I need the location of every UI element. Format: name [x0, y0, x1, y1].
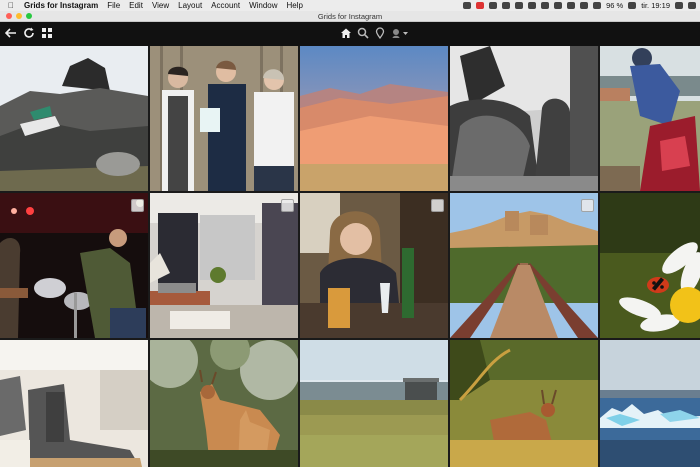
- photo-deer1: [150, 340, 298, 467]
- bluetooth-icon[interactable]: [567, 2, 576, 9]
- grid-layout-icon[interactable]: [41, 27, 53, 39]
- status-icon[interactable]: [463, 2, 472, 9]
- photo-concert: [0, 193, 148, 338]
- grid-tile-bw-woman[interactable]: [450, 46, 598, 191]
- search-icon[interactable]: [357, 27, 369, 39]
- status-icon[interactable]: [554, 2, 563, 9]
- window-title: Grids for Instagram: [317, 12, 383, 21]
- menu-account[interactable]: Account: [211, 1, 240, 10]
- spotlight-icon[interactable]: [675, 2, 683, 9]
- status-icon[interactable]: [528, 2, 537, 9]
- clock[interactable]: tir. 19:19: [641, 1, 670, 10]
- multi-photo-icon: [131, 199, 144, 212]
- status-icon[interactable]: [541, 2, 550, 9]
- photo-interior: [150, 193, 298, 338]
- timer-icon[interactable]: [580, 2, 589, 9]
- photo-people: [150, 46, 298, 191]
- menu-app-name[interactable]: Grids for Instagram: [24, 1, 98, 10]
- multi-photo-icon: [431, 199, 444, 212]
- grid-tile-ladybug[interactable]: [600, 193, 700, 338]
- photo-woman-wine: [300, 193, 448, 338]
- grid-tile-people[interactable]: [150, 46, 298, 191]
- battery-icon[interactable]: [628, 2, 637, 9]
- menu-window[interactable]: Window: [249, 1, 277, 10]
- grid-tile-interior[interactable]: [150, 193, 298, 338]
- window-titlebar[interactable]: Grids for Instagram: [0, 11, 700, 22]
- location-pin-icon[interactable]: [374, 27, 386, 39]
- app-toolbar: [0, 22, 700, 46]
- back-arrow-icon[interactable]: [5, 27, 17, 39]
- grid-tile-rocks[interactable]: [0, 46, 148, 191]
- photo-desert: [300, 46, 448, 191]
- menu-edit[interactable]: Edit: [129, 1, 143, 10]
- grid-tile-fisherman[interactable]: [600, 46, 700, 191]
- menu-help[interactable]: Help: [287, 1, 303, 10]
- multi-photo-icon: [281, 199, 294, 212]
- wifi-icon[interactable]: [593, 2, 602, 9]
- refresh-icon[interactable]: [23, 27, 35, 39]
- menu-layout[interactable]: Layout: [178, 1, 202, 10]
- grid-tile-desert[interactable]: [300, 46, 448, 191]
- photo-bridge: [450, 193, 598, 338]
- photo-ladybug: [600, 193, 700, 338]
- grid-tile-beach-hut[interactable]: [300, 340, 448, 467]
- grid-tile-deer2[interactable]: [450, 340, 598, 467]
- menu-file[interactable]: File: [107, 1, 120, 10]
- grid-tile-icebergs[interactable]: [600, 340, 700, 467]
- photo-deer2: [450, 340, 598, 467]
- calendar-icon[interactable]: [476, 2, 485, 9]
- menu-view[interactable]: View: [152, 1, 169, 10]
- status-area: 96 % tir. 19:19: [463, 0, 696, 11]
- multi-photo-icon: [581, 199, 594, 212]
- photo-fisherman: [600, 46, 700, 191]
- apple-icon[interactable]: : [8, 1, 18, 10]
- photo-beach-hut: [300, 340, 448, 467]
- grid-tile-boots[interactable]: [0, 340, 148, 467]
- photo-grid: [0, 46, 700, 467]
- grid-tile-concert[interactable]: [0, 193, 148, 338]
- photo-boots: [0, 340, 148, 467]
- home-icon[interactable]: [340, 27, 352, 39]
- battery-percent: 96 %: [606, 1, 624, 10]
- photo-bw-woman: [450, 46, 598, 191]
- photo-icebergs: [600, 340, 700, 467]
- account-dropdown-icon[interactable]: [391, 27, 409, 39]
- notification-center-icon[interactable]: [688, 2, 696, 9]
- grid-tile-woman-wine[interactable]: [300, 193, 448, 338]
- dropbox-icon[interactable]: [489, 2, 498, 9]
- photo-rocks: [0, 46, 148, 191]
- grid-tile-deer1[interactable]: [150, 340, 298, 467]
- sync-icon[interactable]: [515, 2, 524, 9]
- upload-icon[interactable]: [502, 2, 511, 9]
- menu-bar:  Grids for Instagram File Edit View Lay…: [0, 0, 700, 11]
- grid-tile-bridge[interactable]: [450, 193, 598, 338]
